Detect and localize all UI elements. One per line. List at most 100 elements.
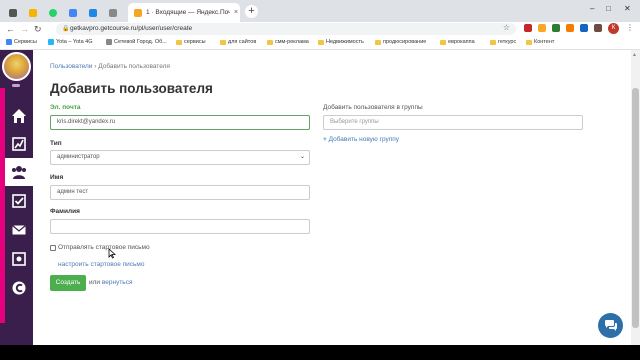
- bookmark-item[interactable]: сервисы: [176, 39, 206, 45]
- type-label: Тип: [50, 140, 62, 147]
- type-select[interactable]: администратор ⌄: [50, 150, 310, 165]
- bookmark-item[interactable]: еврокаппа: [440, 39, 475, 45]
- checkbox-icon: [12, 194, 26, 208]
- plus-icon: +: [323, 136, 327, 143]
- breadcrumb-current: Добавить пользователя: [98, 63, 170, 70]
- address-bar[interactable]: 🔒 getkavpro.getcourse.ru/pl/user/user/cr…: [56, 23, 516, 35]
- tab-favicon: [69, 8, 77, 17]
- breadcrumb: Пользователи › Добавить пользователя: [50, 63, 170, 70]
- name-value: админ тест: [57, 189, 89, 195]
- maximize-icon[interactable]: □: [606, 4, 611, 13]
- page-scrollbar[interactable]: ▲: [631, 50, 640, 345]
- surname-label: Фамилия: [50, 208, 80, 215]
- bookmark-item[interactable]: смм-реклама: [267, 39, 309, 45]
- bookmark-item[interactable]: Контент: [526, 39, 554, 45]
- folder-icon: [267, 39, 273, 45]
- surname-field[interactable]: [50, 219, 310, 234]
- sidebar-item-messages[interactable]: [5, 216, 33, 244]
- extension-icon[interactable]: [552, 24, 560, 32]
- more-menu-icon[interactable]: ⋮: [626, 23, 634, 32]
- lock-icon: 🔒: [62, 26, 70, 32]
- bookmark-item[interactable]: продюсирование: [375, 39, 426, 45]
- folder-icon: [220, 39, 226, 45]
- back-icon[interactable]: ←: [6, 23, 15, 35]
- extension-icon[interactable]: [566, 24, 574, 32]
- reload-icon[interactable]: ↻: [34, 23, 42, 35]
- extension-icon[interactable]: [524, 24, 532, 32]
- forward-icon[interactable]: →: [20, 23, 29, 35]
- apps-icon: [6, 39, 12, 45]
- email-value: kris.direkt@yandex.ru: [57, 119, 116, 125]
- tab-4[interactable]: [64, 3, 82, 22]
- create-button[interactable]: Создать: [50, 275, 86, 291]
- bookmark-item[interactable]: Сетевой Город. Об...: [106, 39, 167, 45]
- tab-title: 1 · Входящие — Яндекс.Почта: [146, 9, 230, 16]
- users-icon: [12, 166, 26, 179]
- site-icon: [106, 39, 112, 45]
- email-field[interactable]: kris.direkt@yandex.ru: [50, 115, 310, 130]
- scroll-up-icon[interactable]: ▲: [632, 52, 637, 58]
- close-tab-icon[interactable]: ×: [234, 9, 238, 16]
- browser-toolbar: ← → ↻ 🔒 getkavpro.getcourse.ru/pl/user/u…: [0, 22, 640, 36]
- safe-icon: [12, 252, 26, 266]
- chevron-down-icon: ⌄: [299, 154, 305, 160]
- sidebar-item-home[interactable]: [5, 102, 33, 130]
- close-window-icon[interactable]: ✕: [624, 4, 631, 13]
- sidebar-item-sales[interactable]: [5, 245, 33, 273]
- scrollbar-thumb[interactable]: [632, 88, 639, 328]
- bookmark-item[interactable]: геткурс: [490, 39, 516, 45]
- bookmark-item[interactable]: Недвижимость: [318, 39, 364, 45]
- online-indicator: [12, 84, 20, 87]
- app-sidebar: [0, 50, 33, 345]
- minimize-icon[interactable]: –: [590, 4, 594, 13]
- groups-select[interactable]: Выберите группы: [323, 115, 583, 130]
- back-link[interactable]: вернуться: [102, 279, 133, 286]
- tab-1[interactable]: [4, 3, 22, 22]
- extension-icon[interactable]: [594, 24, 602, 32]
- name-field[interactable]: админ тест: [50, 185, 310, 200]
- extension-icon[interactable]: [580, 24, 588, 32]
- page-title: Добавить пользователя: [50, 81, 213, 96]
- tab-favicon: [29, 8, 37, 17]
- extension-icon[interactable]: [538, 24, 546, 32]
- browser-window: 1 · Входящие — Яндекс.Почта × + – □ ✕ ← …: [0, 0, 640, 345]
- bookmarks-bar: Сервисы Yota – Yota 4G Сетевой Город. Об…: [0, 36, 640, 50]
- bookmark-item[interactable]: Сервисы: [6, 39, 37, 45]
- tab-favicon: [49, 8, 57, 17]
- mail-icon: [12, 225, 26, 235]
- chat-button[interactable]: [598, 313, 623, 338]
- breadcrumb-separator: ›: [94, 63, 97, 70]
- new-tab-button[interactable]: +: [245, 5, 258, 18]
- getcourse-logo-icon: [12, 281, 26, 295]
- tab-favicon: [109, 8, 117, 17]
- tab-2[interactable]: [24, 3, 42, 22]
- sidebar-item-getcourse[interactable]: [5, 274, 33, 302]
- url-text: getkavpro.getcourse.ru/pl/user/user/crea…: [70, 25, 193, 32]
- sidebar-item-chart[interactable]: [5, 130, 33, 158]
- tab-favicon: [9, 8, 17, 17]
- send-letter-label[interactable]: Отправлять стартовое письмо: [58, 244, 150, 251]
- folder-icon: [490, 39, 496, 45]
- send-letter-checkbox[interactable]: [50, 245, 56, 251]
- sidebar-item-tasks[interactable]: [5, 187, 33, 215]
- or-text: или: [89, 279, 101, 286]
- groups-placeholder: Выберите группы: [330, 119, 379, 125]
- tab-5[interactable]: [84, 3, 102, 22]
- configure-letter-link[interactable]: настроить стартовое письмо: [58, 261, 145, 268]
- tab-3[interactable]: [44, 3, 62, 22]
- tab-active[interactable]: 1 · Входящие — Яндекс.Почта ×: [128, 3, 240, 22]
- folder-icon: [375, 39, 381, 45]
- breadcrumb-users-link[interactable]: Пользователи: [50, 63, 92, 70]
- bookmark-item[interactable]: Yota – Yota 4G: [48, 39, 93, 45]
- bookmark-item[interactable]: для сайтов: [220, 39, 256, 45]
- tab-6[interactable]: [104, 3, 122, 22]
- tab-strip: 1 · Входящие — Яндекс.Почта × + – □ ✕: [0, 0, 640, 22]
- chat-icon: [604, 320, 617, 331]
- bookmark-star-icon[interactable]: ☆: [503, 23, 510, 32]
- type-value: администратор: [57, 154, 100, 160]
- folder-icon: [526, 39, 532, 45]
- user-avatar[interactable]: [2, 52, 31, 81]
- profile-avatar[interactable]: К: [608, 23, 619, 34]
- sidebar-item-users[interactable]: [5, 158, 33, 186]
- add-group-link[interactable]: + Добавить новую группу: [323, 136, 399, 143]
